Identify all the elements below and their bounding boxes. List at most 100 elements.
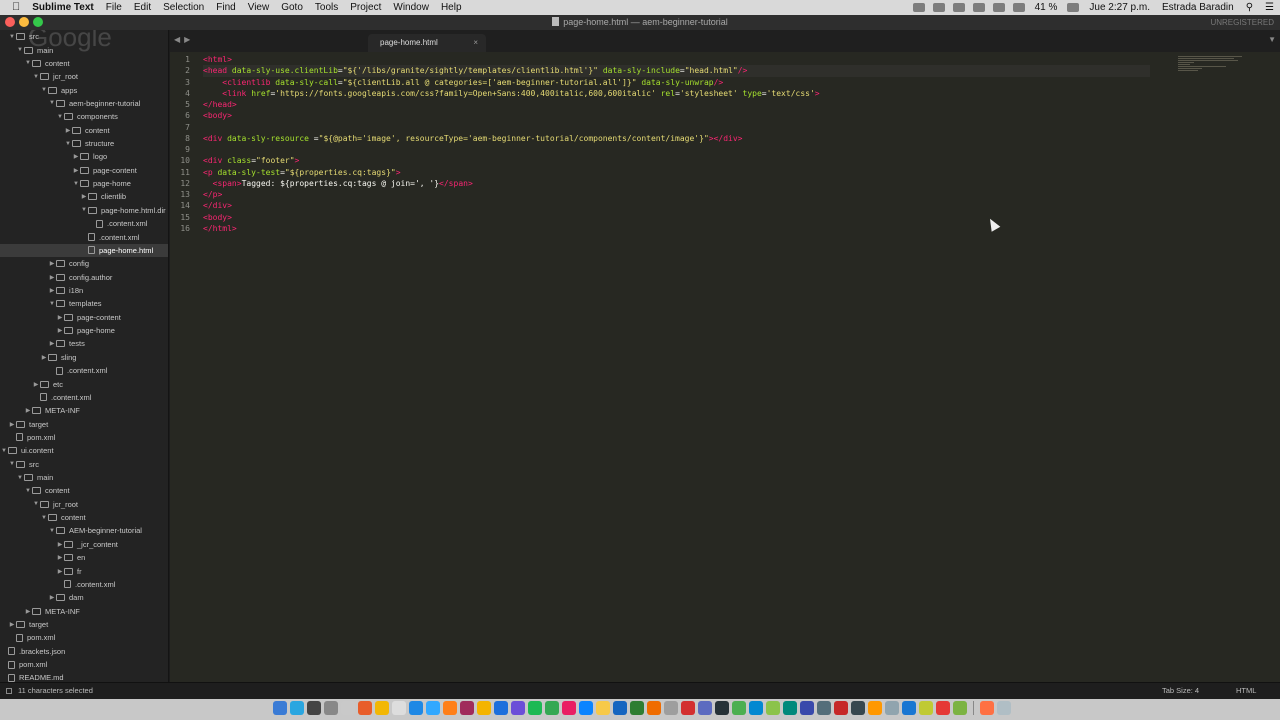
volume-icon[interactable] (992, 3, 1005, 12)
code-line[interactable]: </html> (203, 223, 1150, 234)
disclosure-open-icon[interactable]: ▼ (64, 141, 72, 147)
disclosure-closed-icon[interactable]: ▶ (56, 568, 64, 575)
disclosure-closed-icon[interactable]: ▶ (48, 260, 56, 267)
dock-app-icon[interactable] (681, 701, 695, 715)
disclosure-open-icon[interactable]: ▼ (24, 488, 32, 494)
disclosure-closed-icon[interactable]: ▶ (80, 193, 88, 200)
dock-app-icon[interactable] (800, 701, 814, 715)
tab-nav-arrows-icon[interactable]: ◀▶ (174, 35, 194, 44)
dock-app-icon[interactable] (732, 701, 746, 715)
code-line[interactable]: </head> (203, 99, 1150, 110)
dock-app-icon[interactable] (358, 701, 372, 715)
syntax-mode[interactable]: HTML (1236, 683, 1256, 699)
dock-app-icon[interactable] (392, 701, 406, 715)
dock-app-icon[interactable] (980, 701, 994, 715)
disclosure-open-icon[interactable]: ▼ (16, 475, 24, 481)
spotlight-icon[interactable]: ⚲ (1240, 2, 1259, 13)
battery-icon[interactable] (1067, 3, 1080, 12)
disclosure-open-icon[interactable]: ▼ (24, 60, 32, 66)
dock-app-icon[interactable] (664, 701, 678, 715)
dock-app-icon[interactable] (528, 701, 542, 715)
dock-app-icon[interactable] (715, 701, 729, 715)
dock-app-icon[interactable] (630, 701, 644, 715)
folder-item[interactable]: ▶ clientlib (0, 190, 168, 203)
sync-icon[interactable] (932, 3, 945, 12)
folder-item[interactable]: ▶ page-content (0, 311, 168, 324)
folder-item[interactable]: ▶ target (0, 618, 168, 631)
folder-item[interactable]: ▼ content (0, 511, 168, 524)
code-line[interactable]: <link href='https://fonts.googleapis.com… (203, 88, 1150, 99)
disclosure-open-icon[interactable]: ▼ (32, 74, 40, 80)
dock-app-icon[interactable] (579, 701, 593, 715)
menu-tools[interactable]: Tools (309, 0, 344, 15)
code-area[interactable]: <html> <head data-sly-use.clientLib="${'/… (203, 54, 1150, 234)
disclosure-open-icon[interactable]: ▼ (16, 47, 24, 53)
code-line[interactable]: <span>Tagged: ${properties.cq:tags @ joi… (203, 178, 1150, 189)
file-item[interactable]: .content.xml (0, 364, 168, 377)
menu-goto[interactable]: Goto (275, 0, 309, 15)
folder-item[interactable]: ▶ fr (0, 564, 168, 577)
disclosure-open-icon[interactable]: ▼ (0, 448, 8, 454)
folder-item[interactable]: ▶ sling (0, 351, 168, 364)
folder-item[interactable]: ▶ META-INF (0, 604, 168, 617)
dock-app-icon[interactable] (341, 701, 355, 715)
disclosure-closed-icon[interactable]: ▶ (56, 314, 64, 321)
tab-size[interactable]: Tab Size: 4 (1162, 683, 1199, 699)
notification-center-icon[interactable]: ☰ (1259, 2, 1280, 13)
folder-item[interactable]: ▶ _jcr_content (0, 538, 168, 551)
disclosure-closed-icon[interactable]: ▶ (32, 381, 40, 388)
disclosure-closed-icon[interactable]: ▶ (48, 287, 56, 294)
folder-item[interactable]: ▶ page-home (0, 324, 168, 337)
file-item[interactable]: .content.xml (0, 391, 168, 404)
folder-item[interactable]: ▶ page-content (0, 164, 168, 177)
folder-item[interactable]: ▶ content (0, 124, 168, 137)
dock-app-icon[interactable] (902, 701, 916, 715)
disclosure-closed-icon[interactable]: ▶ (56, 327, 64, 334)
dock-app-icon[interactable] (324, 701, 338, 715)
disclosure-closed-icon[interactable]: ▶ (56, 541, 64, 548)
folder-item[interactable]: ▼ src (0, 458, 168, 471)
file-item[interactable]: page-home.html (0, 243, 168, 258)
code-line[interactable]: <div class="footer"> (203, 155, 1150, 166)
dock-app-icon[interactable] (647, 701, 661, 715)
dock-app-icon[interactable] (613, 701, 627, 715)
disclosure-open-icon[interactable]: ▼ (80, 207, 88, 213)
folder-item[interactable]: ▶ en (0, 551, 168, 564)
folder-item[interactable]: ▶ config.author (0, 270, 168, 283)
dock-app-icon[interactable] (698, 701, 712, 715)
apple-menu-icon[interactable]:  (0, 0, 26, 15)
folder-item[interactable]: ▼ content (0, 57, 168, 70)
dock-app-icon[interactable] (375, 701, 389, 715)
code-line[interactable] (203, 122, 1150, 133)
folder-item[interactable]: ▼ page-home (0, 177, 168, 190)
dock-app-icon[interactable] (783, 701, 797, 715)
dock-app-icon[interactable] (936, 701, 950, 715)
dock-app-icon[interactable] (494, 701, 508, 715)
folder-item[interactable]: ▶ dam (0, 591, 168, 604)
disclosure-closed-icon[interactable]: ▶ (72, 153, 80, 160)
disclosure-closed-icon[interactable]: ▶ (48, 340, 56, 347)
disclosure-closed-icon[interactable]: ▶ (24, 608, 32, 615)
minimize-window-button[interactable] (19, 17, 29, 27)
folder-item[interactable]: ▶ config (0, 257, 168, 270)
folder-item[interactable]: ▼ aem-beginner-tutorial (0, 97, 168, 110)
file-item[interactable]: README.md (0, 671, 168, 682)
panel-toggle-icon[interactable] (6, 688, 12, 694)
close-window-button[interactable] (5, 17, 15, 27)
wifi-icon[interactable] (1012, 3, 1025, 12)
code-editor[interactable]: 1 2 3 4 5 6 7 8 9 10 11 12 13 14 15 16 <html> <head data… (170, 52, 1280, 682)
dock-app-icon[interactable] (562, 701, 576, 715)
dock-app-icon[interactable] (885, 701, 899, 715)
disclosure-open-icon[interactable]: ▼ (40, 87, 48, 93)
folder-item[interactable]: ▶ etc (0, 377, 168, 390)
dock-app-icon[interactable] (443, 701, 457, 715)
dock-app-icon[interactable] (749, 701, 763, 715)
folder-item[interactable]: ▶ tests (0, 337, 168, 350)
menu-help[interactable]: Help (435, 0, 468, 15)
folder-item[interactable]: ▶ META-INF (0, 404, 168, 417)
battery-percent[interactable]: 41 % (1029, 2, 1064, 13)
dock-app-icon[interactable] (766, 701, 780, 715)
dock-app-icon[interactable] (851, 701, 865, 715)
app-menu[interactable]: Sublime Text (26, 0, 100, 15)
disclosure-closed-icon[interactable]: ▶ (64, 127, 72, 134)
